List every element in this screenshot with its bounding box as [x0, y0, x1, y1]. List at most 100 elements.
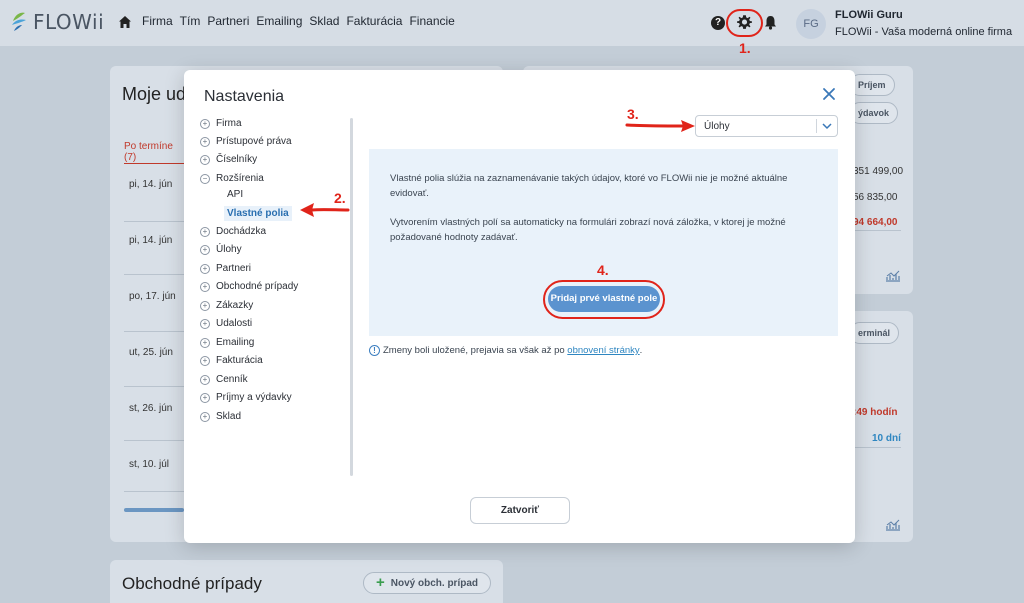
tree-item-label: Udalosti: [216, 318, 253, 329]
expand-icon: +: [200, 281, 210, 292]
row-divider: [124, 274, 184, 275]
flowii-logo-icon: [12, 12, 26, 31]
info-paragraph-2: Vytvorením vlastných polí sa automaticky…: [390, 215, 810, 245]
step4-annotation: 4.: [597, 262, 609, 278]
expand-icon: +: [200, 374, 210, 385]
plus-icon: +: [376, 574, 385, 591]
expand-icon: +: [200, 318, 210, 329]
help-icon[interactable]: ?: [711, 16, 725, 30]
tree-item-cennik[interactable]: + Cenník: [200, 374, 248, 385]
avatar[interactable]: FG: [796, 9, 826, 39]
tree-item-label: Emailing: [216, 337, 255, 348]
info-line: Vlastné polia slúžia na zaznamenávanie t…: [390, 173, 788, 184]
nav-item-financie[interactable]: Financie: [409, 14, 454, 29]
refresh-page-link[interactable]: obnovení stránky: [567, 345, 639, 356]
tree-item-dochadzka[interactable]: + Dochádzka: [200, 226, 266, 237]
expand-icon: +: [200, 411, 210, 422]
arrow-left-icon: [300, 203, 350, 217]
close-button[interactable]: Zatvoriť: [470, 497, 570, 524]
info-line: požadované hodnoty zadávať.: [390, 232, 518, 243]
tree-item-pristupove-prava[interactable]: + Prístupové práva: [200, 136, 292, 147]
tree-item-emailing[interactable]: + Emailing: [200, 337, 254, 348]
hours-value: :49 hodín: [853, 407, 898, 418]
expand-icon: +: [200, 154, 210, 165]
task-date: ut, 25. jún: [129, 347, 173, 358]
arrow-right-icon: [625, 120, 695, 132]
nav-item-partneri[interactable]: Partneri: [207, 14, 249, 29]
chart-icon[interactable]: [885, 519, 901, 531]
add-case-label: Nový obch. prípad: [390, 577, 478, 589]
finance-value: 56 835,00: [853, 192, 898, 203]
add-case-button[interactable]: + Nový obch. prípad: [363, 572, 491, 594]
tree-sub-api[interactable]: API: [227, 189, 243, 200]
tree-item-fakturacia[interactable]: + Fakturácia: [200, 355, 263, 366]
nav-item-fakturacia[interactable]: Fakturácia: [346, 14, 402, 29]
expand-icon: +: [200, 244, 210, 255]
tree-item-label: Dochádzka: [216, 226, 267, 237]
tree-item-firma[interactable]: + Firma: [200, 118, 242, 129]
finance-total: 94 664,00: [853, 217, 898, 228]
nav-item-firma[interactable]: Firma: [142, 14, 173, 29]
modal-title: Nastavenia: [204, 88, 285, 105]
bell-icon[interactable]: [764, 15, 777, 30]
select-divider: [816, 119, 817, 133]
note-text: Zmeny boli uložené, prejavia sa však až …: [383, 345, 565, 356]
module-select[interactable]: Úlohy: [695, 115, 838, 137]
tree-item-prijmy-a-vydavky[interactable]: + Príjmy a výdavky: [200, 392, 292, 403]
tree-item-label: Sklad: [216, 411, 242, 422]
add-first-custom-field-button[interactable]: Pridaj prvé vlastné pole: [548, 286, 660, 312]
home-icon[interactable]: [118, 15, 132, 29]
terminal-button[interactable]: erminál: [849, 322, 900, 344]
tree-sub-vlastne-polia[interactable]: Vlastné polia: [224, 206, 292, 221]
tree-item-udalosti[interactable]: + Udalosti: [200, 318, 252, 329]
logo[interactable]: FLOWii: [10, 10, 104, 34]
expand-icon: +: [200, 226, 210, 237]
tree-item-ciselniky[interactable]: + Číselníky: [200, 154, 257, 165]
tree-scrollbar[interactable]: [350, 118, 353, 476]
card-title: Obchodné prípady: [122, 574, 262, 593]
info-icon: !: [369, 345, 380, 356]
tree-item-ulohy[interactable]: + Úlohy: [200, 244, 242, 255]
chart-icon[interactable]: [885, 270, 901, 282]
info-paragraph-1: Vlastné polia slúžia na zaznamenávanie t…: [390, 171, 810, 201]
tree-item-obchodne-pripady[interactable]: + Obchodné prípady: [200, 281, 298, 292]
task-date: pi, 14. jún: [129, 235, 173, 246]
gear-icon[interactable]: [736, 14, 753, 31]
expand-icon: +: [200, 355, 210, 366]
tree-item-zakazky[interactable]: + Zákazky: [200, 300, 253, 311]
expand-icon: +: [200, 263, 210, 274]
task-date: pi, 14. jún: [129, 179, 173, 190]
expand-icon: +: [200, 392, 210, 403]
main-nav: Firma Tím Partneri Emailing Sklad Faktur…: [118, 14, 455, 29]
row-divider: [124, 331, 184, 332]
row-divider: [124, 221, 184, 222]
tree-item-label: Číselníky: [216, 154, 258, 165]
tree-item-label: Cenník: [216, 374, 248, 385]
tree-item-label: Obchodné prípady: [216, 281, 299, 292]
settings-modal: Nastavenia + Firma + Prístupové práva + Čís…: [184, 70, 855, 543]
user-name: FLOWii Guru: [835, 9, 903, 21]
user-info[interactable]: FLOWii Guru FLOWii - Vaša moderná online…: [835, 9, 1012, 38]
nav-item-tim[interactable]: Tím: [180, 14, 201, 29]
collapse-icon: −: [200, 173, 210, 184]
info-line: Vytvorením vlastných polí sa automaticky…: [390, 217, 786, 228]
business-cases-card: Obchodné prípady + Nový obch. prípad: [110, 560, 503, 603]
nav-item-emailing[interactable]: Emailing: [256, 14, 302, 29]
nav-item-sklad[interactable]: Sklad: [309, 14, 339, 29]
tree-item-sklad[interactable]: + Sklad: [200, 411, 241, 422]
days-value: 10 dní: [872, 433, 901, 444]
days-underline: [853, 447, 901, 448]
overdue-tab[interactable]: Po termíne (7): [124, 141, 186, 164]
total-underline: [853, 230, 901, 231]
tree-item-rozsirenia[interactable]: − Rozšírenia: [200, 173, 264, 184]
saved-note: ! Zmeny boli uložené, prejavia sa však a…: [369, 345, 642, 356]
tree-item-partneri[interactable]: + Partneri: [200, 263, 251, 274]
tree-item-label: Fakturácia: [216, 355, 263, 366]
income-button[interactable]: Príjem: [849, 74, 895, 96]
expand-icon: +: [200, 136, 210, 147]
scroll-progress: [124, 508, 184, 512]
step1-annotation: 1.: [739, 40, 751, 56]
top-bar: FLOWii Firma Tím Partneri Emailing Sklad…: [0, 0, 1024, 56]
expense-button[interactable]: ýdavok: [849, 102, 899, 124]
close-icon[interactable]: [822, 87, 836, 101]
